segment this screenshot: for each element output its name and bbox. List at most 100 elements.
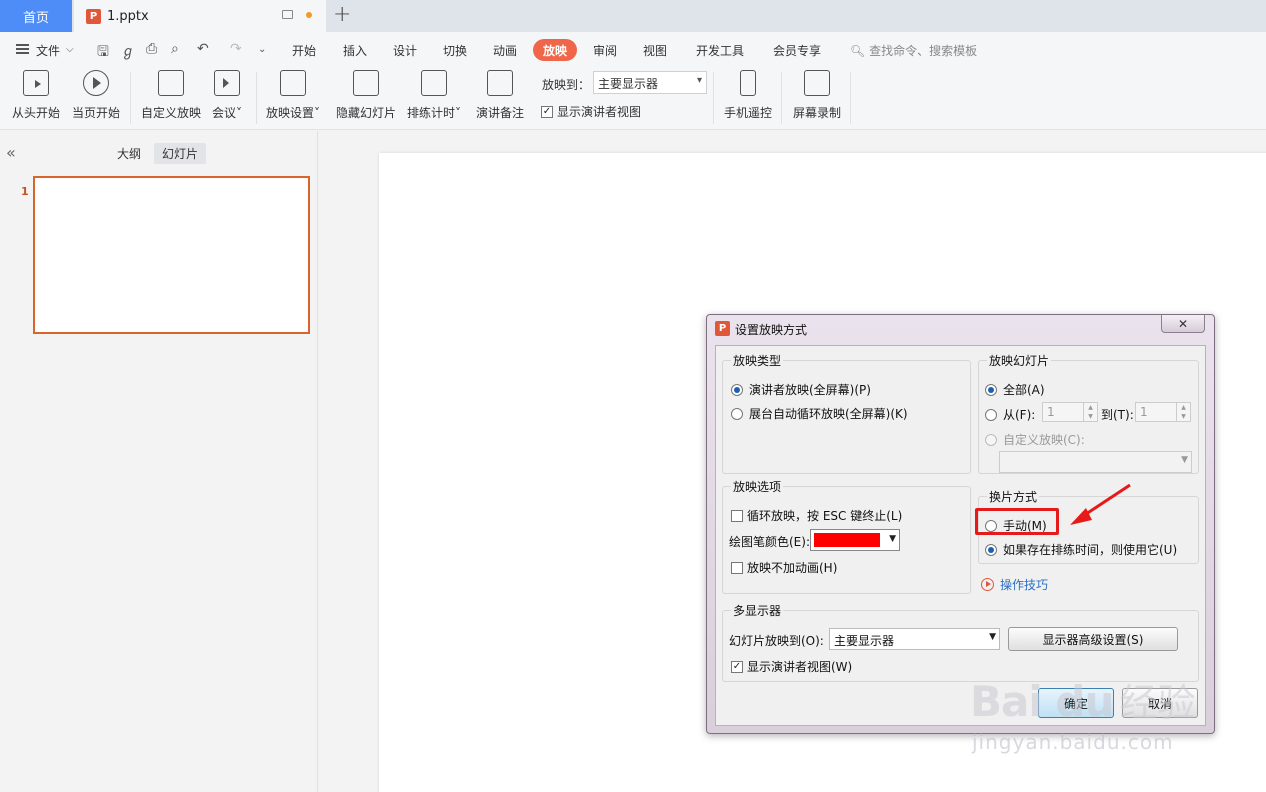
tab-member[interactable]: 会员专享 <box>773 42 821 59</box>
radio-selected-icon <box>985 383 997 396</box>
kiosk-loop-radio[interactable]: 展台自动循环放映(全屏幕)(K) <box>731 405 908 422</box>
ribbon-divider <box>781 72 782 124</box>
meeting-icon <box>214 70 240 96</box>
play-circle-icon <box>981 578 994 591</box>
show-to-label: 放映到： <box>542 78 591 92</box>
undo-icon[interactable]: ↶ <box>197 41 209 57</box>
hide-slide-icon <box>353 70 379 96</box>
tab-slides[interactable]: 幻灯片 <box>154 143 207 164</box>
tab-transition[interactable]: 切换 <box>443 42 467 59</box>
speaker-notes-icon <box>487 70 513 96</box>
from-slide-spinner[interactable]: 1 ▲ ▼ <box>1042 402 1098 422</box>
slide-number: 1 <box>21 185 29 198</box>
customize-toolbar-icon[interactable]: ⌄ <box>258 44 266 55</box>
all-slides-label: 全部(A) <box>1003 383 1045 397</box>
tab-start[interactable]: 开始 <box>292 42 316 59</box>
show-to-select[interactable]: 主要显示器 <box>593 71 707 94</box>
close-button[interactable]: ✕ <box>1161 315 1205 333</box>
dialog-body: 放映类型 演讲者放映(全屏幕)(P) 展台自动循环放映(全屏幕)(K) 放映幻灯… <box>715 345 1206 726</box>
presenter-fullscreen-radio[interactable]: 演讲者放映(全屏幕)(P) <box>731 381 871 398</box>
format-painter-icon[interactable]: ℊ <box>121 41 135 61</box>
tab-developer[interactable]: 开发工具 <box>696 42 744 59</box>
ribbon-slideshow: 从头开始 当页开始 自定义放映 会议˅ 放映设置˅ 隐藏幻灯片 排练计时˅ 演讲… <box>0 66 1266 130</box>
loop-label: 循环放映，按 ESC 键终止(L) <box>747 509 903 523</box>
show-settings-button[interactable]: 放映设置˅ <box>266 70 320 121</box>
radio-icon <box>985 408 997 421</box>
monitor-icon[interactable] <box>282 10 293 19</box>
save-icon[interactable]: 🖫 <box>97 41 109 65</box>
play-icon <box>83 70 109 96</box>
chevron-down-icon[interactable]: ⌵ <box>66 44 74 55</box>
from-start-label: 从头开始 <box>12 106 61 120</box>
checkbox-icon <box>731 509 743 522</box>
show-settings-label: 放映设置˅ <box>266 106 321 120</box>
hamburger-menu-icon[interactable] <box>16 44 29 54</box>
tab-outline[interactable]: 大纲 <box>117 145 141 162</box>
print-preview-icon[interactable]: ⌕ <box>171 41 179 57</box>
to-slide-spinner[interactable]: 1 ▲ ▼ <box>1135 402 1191 422</box>
tab-slideshow[interactable]: 放映 <box>533 39 577 61</box>
custom-show-button[interactable]: 自定义放映 <box>141 70 201 121</box>
tab-review[interactable]: 审阅 <box>593 42 617 59</box>
hide-slide-button[interactable]: 隐藏幻灯片 <box>336 70 396 121</box>
from-start-button[interactable]: 从头开始 <box>12 70 60 121</box>
slide-thumbnail[interactable] <box>33 176 310 334</box>
tab-home[interactable]: 首页 <box>0 0 72 32</box>
custom-show-option-label: 自定义放映(C): <box>1003 433 1085 447</box>
command-search[interactable]: 🔍︎ 查找命令、搜索模板 <box>850 42 977 59</box>
tab-view[interactable]: 视图 <box>643 42 667 59</box>
hide-slide-label: 隐藏幻灯片 <box>336 106 397 120</box>
custom-show-select[interactable]: ▼ <box>999 451 1192 473</box>
presenter-view-dialog-label: 显示演讲者视图(W) <box>747 660 853 674</box>
watermark-url: jingyan.baidu.com <box>972 730 1174 754</box>
show-on-label: 幻灯片放映到(O): <box>729 634 824 648</box>
checkbox-checked-icon: ✓ <box>541 105 553 118</box>
meeting-button[interactable]: 会议˅ <box>212 70 242 121</box>
screen-record-icon <box>804 70 830 96</box>
speaker-notes-button[interactable]: 演讲备注 <box>476 70 524 121</box>
custom-show-radio[interactable]: 自定义放映(C): <box>985 431 1085 448</box>
presenter-fullscreen-label: 演讲者放映(全屏幕)(P) <box>749 383 871 397</box>
use-timings-radio[interactable]: 如果存在排练时间，则使用它(U) <box>985 541 1177 558</box>
display-advanced-button[interactable]: 显示器高级设置(S) <box>1008 627 1178 651</box>
to-label: 到(T): <box>1101 408 1134 422</box>
show-options-title: 放映选项 <box>731 478 784 495</box>
tab-animation[interactable]: 动画 <box>493 42 517 59</box>
screen-record-button[interactable]: 屏幕录制 <box>793 70 841 121</box>
tab-design[interactable]: 设计 <box>393 42 417 59</box>
from-range-radio[interactable]: 从(F): <box>985 406 1035 423</box>
all-slides-radio[interactable]: 全部(A) <box>985 381 1045 398</box>
timer-icon <box>421 70 447 96</box>
show-on-select[interactable]: 主要显示器 ▼ <box>829 628 1000 650</box>
ribbon-divider <box>713 72 714 124</box>
no-animation-checkbox[interactable]: 放映不加动画(H) <box>731 559 837 576</box>
phone-icon <box>740 70 756 96</box>
tab-insert[interactable]: 插入 <box>343 42 367 59</box>
dialog-title: 设置放映方式 <box>735 323 808 337</box>
rehearse-timing-button[interactable]: 排练计时˅ <box>407 70 461 121</box>
radio-icon <box>731 407 743 420</box>
presenter-view-checkbox[interactable]: ✓ 显示演讲者视图 <box>541 103 641 120</box>
tips-label: 操作技巧 <box>1000 578 1049 592</box>
redo-icon[interactable]: ↷ <box>230 41 242 57</box>
phone-remote-label: 手机遥控 <box>724 106 773 120</box>
document-tab-label: 1.pptx <box>107 8 149 24</box>
from-current-label: 当页开始 <box>72 106 121 120</box>
collapse-panel-icon[interactable]: « <box>6 143 16 162</box>
pen-color-picker[interactable]: ▼ <box>810 529 900 551</box>
dropdown-arrow-icon: ▼ <box>1181 455 1188 465</box>
menu-bar: 文件 ⌵ 🖫 ℊ ⎙ ⌕ ↶ ↷ ⌄ 开始 插入 设计 切换 动画 放映 审阅 … <box>0 32 1266 66</box>
tips-link[interactable]: 操作技巧 <box>981 576 1048 593</box>
show-type-group: 放映类型 演讲者放映(全屏幕)(P) 展台自动循环放映(全屏幕)(K) <box>722 352 971 474</box>
search-icon: 🔍︎ <box>850 44 866 58</box>
from-label: 从(F): <box>1003 408 1036 422</box>
custom-show-label: 自定义放映 <box>141 106 202 120</box>
pen-color-label: 绘图笔颜色(E): <box>729 535 810 549</box>
print-icon[interactable]: ⎙ <box>146 41 157 57</box>
menu-file[interactable]: 文件 <box>36 42 60 59</box>
loop-checkbox[interactable]: 循环放映，按 ESC 键终止(L) <box>731 507 902 524</box>
new-tab-plus-icon[interactable]: + <box>333 2 351 27</box>
presenter-view-dialog-checkbox[interactable]: ✓ 显示演讲者视图(W) <box>731 658 852 675</box>
from-current-button[interactable]: 当页开始 <box>72 70 120 121</box>
phone-remote-button[interactable]: 手机遥控 <box>724 70 772 121</box>
